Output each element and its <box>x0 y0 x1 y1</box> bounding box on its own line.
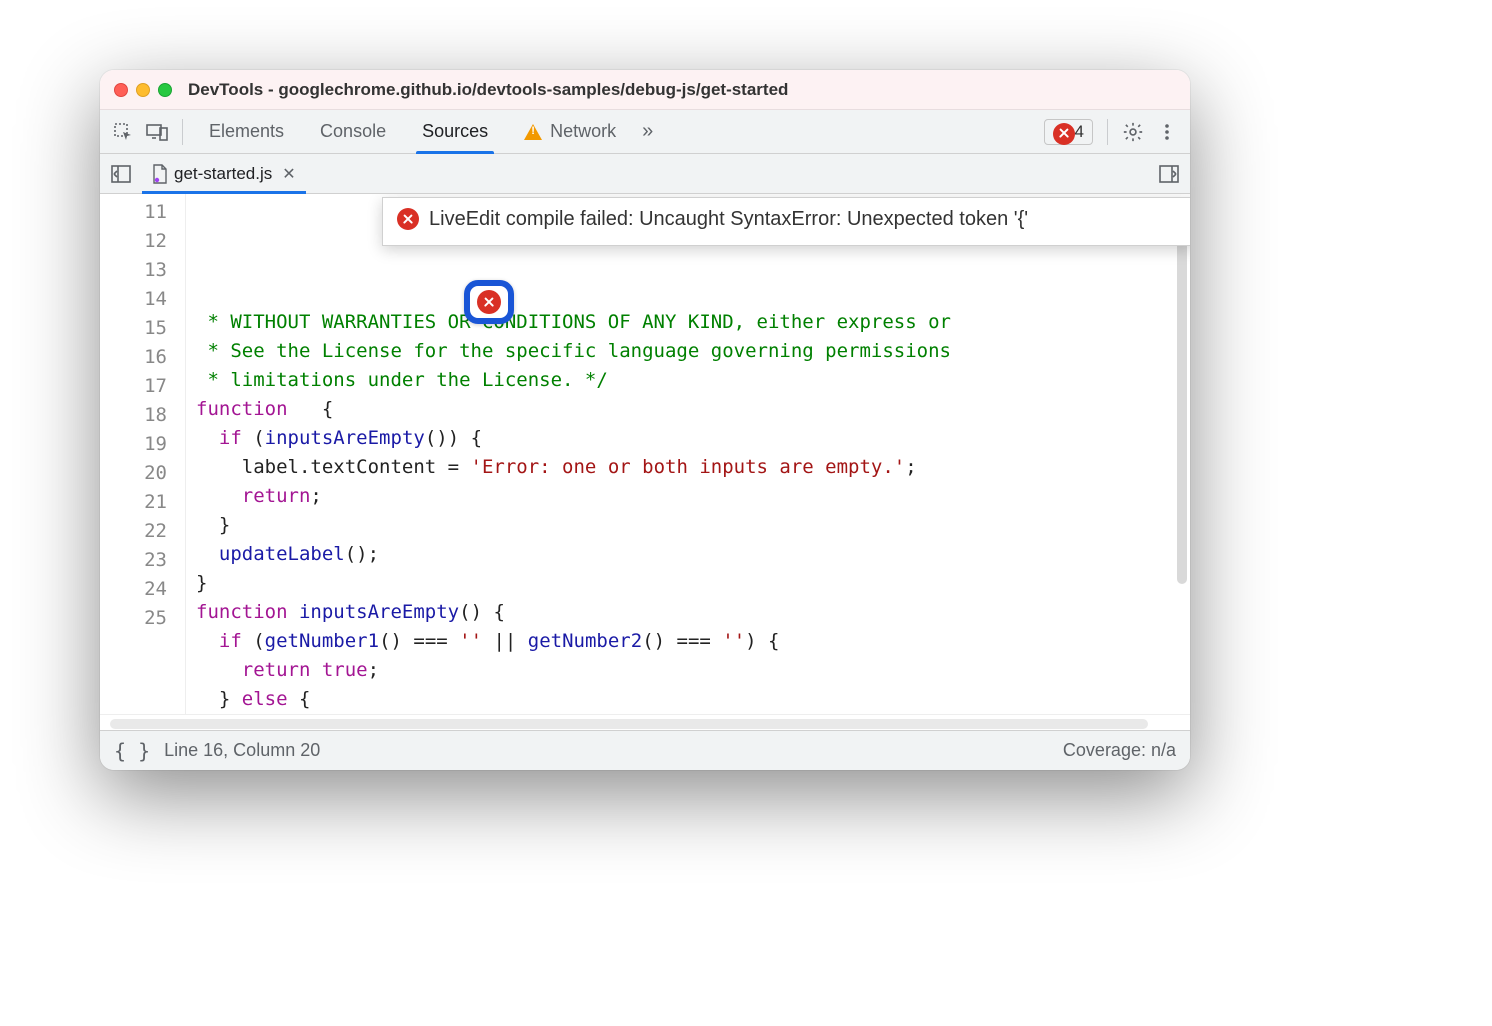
tab-elements[interactable]: Elements <box>191 110 302 154</box>
line-number[interactable]: 19 <box>100 430 185 459</box>
separator <box>1107 119 1108 145</box>
panel-tabs: Elements Console Sources Network » <box>191 110 661 154</box>
devtools-window: DevTools - googlechrome.github.io/devtoo… <box>100 70 1190 770</box>
error-tooltip: LiveEdit compile failed: Uncaught Syntax… <box>382 197 1190 246</box>
line-number[interactable]: 14 <box>100 285 185 314</box>
error-icon <box>397 208 419 230</box>
settings-icon[interactable] <box>1116 115 1150 149</box>
code-line[interactable]: } <box>186 569 1190 598</box>
line-number[interactable]: 22 <box>100 517 185 546</box>
tab-label: Sources <box>422 121 488 142</box>
code-line[interactable]: updateLabel(); <box>186 540 1190 569</box>
show-navigator-icon[interactable] <box>106 159 136 189</box>
tab-network[interactable]: Network <box>506 110 634 154</box>
status-bar: { } Line 16, Column 20 Coverage: n/a <box>100 730 1190 770</box>
tab-console[interactable]: Console <box>302 110 404 154</box>
line-number[interactable]: 18 <box>100 401 185 430</box>
code-line[interactable]: } <box>186 511 1190 540</box>
window-title: DevTools - googlechrome.github.io/devtoo… <box>188 80 788 100</box>
line-number[interactable]: 25 <box>100 604 185 633</box>
code-content[interactable]: LiveEdit compile failed: Uncaught Syntax… <box>186 194 1190 714</box>
line-number[interactable]: 24 <box>100 575 185 604</box>
file-icon <box>152 164 168 184</box>
horizontal-scrollbar-area <box>100 714 1190 730</box>
horizontal-scrollbar[interactable] <box>110 719 1148 729</box>
separator <box>182 119 183 145</box>
inline-error-marker[interactable] <box>464 280 514 324</box>
more-tabs-button[interactable]: » <box>634 120 661 143</box>
code-line[interactable]: function inputsAreEmpty() { <box>186 598 1190 627</box>
show-debugger-icon[interactable] <box>1154 159 1184 189</box>
code-line[interactable]: if (inputsAreEmpty()) { <box>186 424 1190 453</box>
code-line[interactable]: return; <box>186 482 1190 511</box>
tab-label: Console <box>320 121 386 142</box>
line-number[interactable]: 15 <box>100 314 185 343</box>
zoom-window-button[interactable] <box>158 83 172 97</box>
main-toolbar: Elements Console Sources Network » 4 <box>100 110 1190 154</box>
tab-sources[interactable]: Sources <box>404 110 506 154</box>
close-tab-icon[interactable]: ✕ <box>282 164 295 184</box>
code-line[interactable]: * See the License for the specific langu… <box>186 337 1190 366</box>
code-line[interactable]: } else { <box>186 685 1190 714</box>
coverage-status: Coverage: n/a <box>1063 740 1176 761</box>
minimize-window-button[interactable] <box>136 83 150 97</box>
error-count-badge[interactable]: 4 <box>1044 119 1093 145</box>
code-line[interactable]: if (getNumber1() === '' || getNumber2() … <box>186 627 1190 656</box>
line-gutter[interactable]: 111213141516171819202122232425 <box>100 194 186 714</box>
warning-icon <box>524 124 542 140</box>
code-editor[interactable]: 111213141516171819202122232425 LiveEdit … <box>100 194 1190 714</box>
error-tooltip-text: LiveEdit compile failed: Uncaught Syntax… <box>429 208 1028 231</box>
error-icon <box>477 290 501 314</box>
line-number[interactable]: 21 <box>100 488 185 517</box>
line-number[interactable]: 20 <box>100 459 185 488</box>
tab-label: Network <box>550 121 616 142</box>
vertical-scrollbar[interactable] <box>1177 204 1187 584</box>
code-line[interactable]: return true; <box>186 656 1190 685</box>
error-icon <box>1053 123 1075 145</box>
inspect-element-icon[interactable] <box>106 115 140 149</box>
code-line[interactable]: label.textContent = 'Error: one or both … <box>186 453 1190 482</box>
file-tab-get-started-js[interactable]: get-started.js ✕ <box>142 154 306 194</box>
line-number[interactable]: 13 <box>100 256 185 285</box>
sources-subtoolbar: get-started.js ✕ <box>100 154 1190 194</box>
code-line[interactable]: function { <box>186 395 1190 424</box>
tab-label: Elements <box>209 121 284 142</box>
close-window-button[interactable] <box>114 83 128 97</box>
code-line[interactable]: * limitations under the License. */ <box>186 366 1190 395</box>
more-options-icon[interactable] <box>1150 115 1184 149</box>
line-number[interactable]: 17 <box>100 372 185 401</box>
cursor-position: Line 16, Column 20 <box>164 740 320 761</box>
error-count: 4 <box>1075 122 1084 142</box>
line-number[interactable]: 23 <box>100 546 185 575</box>
device-toolbar-icon[interactable] <box>140 115 174 149</box>
line-number[interactable]: 16 <box>100 343 185 372</box>
line-number[interactable]: 12 <box>100 227 185 256</box>
pretty-print-icon[interactable]: { } <box>114 739 150 763</box>
window-controls <box>114 83 172 97</box>
titlebar: DevTools - googlechrome.github.io/devtoo… <box>100 70 1190 110</box>
line-number[interactable]: 11 <box>100 198 185 227</box>
file-tab-label: get-started.js <box>174 164 272 184</box>
code-line[interactable]: * WITHOUT WARRANTIES OR CONDITIONS OF AN… <box>186 308 1190 337</box>
